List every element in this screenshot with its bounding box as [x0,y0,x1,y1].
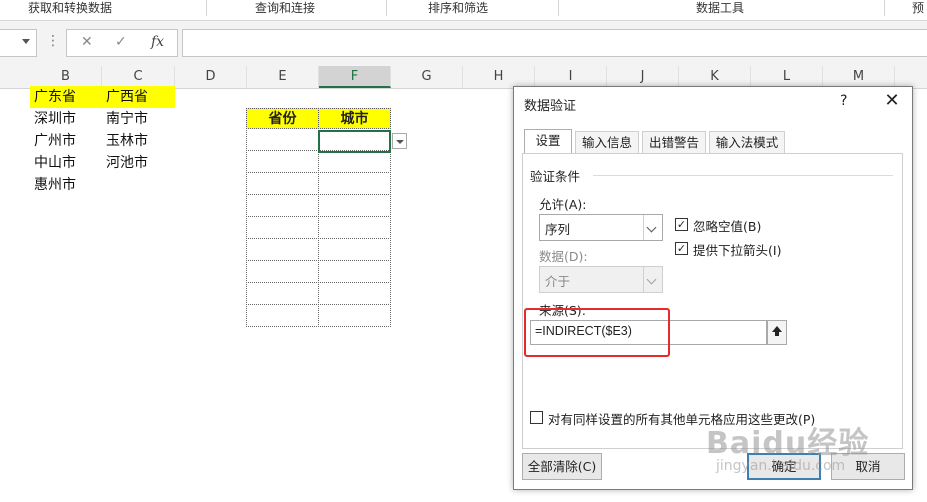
column-header-l[interactable]: L [751,66,823,88]
ribbon-group-bar: 获取和转换数据 查询和连接 排序和筛选 数据工具 预 [0,0,927,21]
ribbon-group-get-transform: 获取和转换数据 [27,1,112,15]
formula-buttons: ✕ ✓ fx [66,29,178,57]
upload-arrow-stem [775,332,779,336]
formula-bar: ⋮ ✕ ✓ fx [0,21,927,66]
table-cell[interactable] [318,216,391,239]
close-icon[interactable]: ✕ [880,89,904,113]
table-cell[interactable] [318,194,391,217]
formula-input[interactable] [182,29,927,57]
cancel-button[interactable]: 取消 [831,453,905,480]
more-icon[interactable]: ⋮ [46,33,60,49]
chevron-down-icon [643,267,662,292]
settings-panel: 验证条件 允许(A): 序列 ✓ 忽略空值(B) ✓ 提供下拉箭头(I) 数据(… [522,153,903,449]
name-box[interactable] [0,29,37,57]
cell-c[interactable]: 河池市 [102,152,175,174]
dropdown-arrow-checkbox[interactable]: ✓ [675,242,688,255]
column-header-k[interactable]: K [679,66,751,88]
tab-ime-mode[interactable]: 输入法模式 [709,131,785,153]
column-header-f[interactable]: F [319,66,391,88]
ok-button[interactable]: 确定 [747,453,821,480]
table-cell[interactable] [318,150,391,173]
dropdown-arrow-label: 提供下拉箭头(I) [693,243,782,258]
cell-b[interactable]: 广州市 [30,130,102,152]
table-cell[interactable] [246,304,319,327]
table-cell[interactable] [318,172,391,195]
ribbon-group-forecast: 预 [912,1,925,15]
ribbon-separator [386,0,387,16]
cell-b[interactable]: 深圳市 [30,108,102,130]
insert-function-icon[interactable]: fx [151,34,164,50]
table-cell[interactable] [246,260,319,283]
table-cell[interactable] [246,238,319,261]
ribbon-group-data-tools: 数据工具 [695,1,744,15]
table-cell[interactable] [318,238,391,261]
table-cell[interactable] [246,150,319,173]
ribbon-separator [206,0,207,16]
apply-all-checkbox[interactable] [530,411,543,424]
table-header-province[interactable]: 省份 [246,108,319,129]
tab-error-alert[interactable]: 出错警告 [642,131,706,153]
ignore-blank-label: 忽略空值(B) [693,219,762,234]
clear-all-button[interactable]: 全部清除(C) [522,453,602,480]
ribbon-group-queries: 查询和连接 [254,1,315,15]
tab-input-message[interactable]: 输入信息 [575,131,639,153]
column-header-c[interactable]: C [102,66,175,88]
table-cell[interactable] [246,282,319,305]
table-cell[interactable] [246,128,319,151]
divider [593,175,893,176]
allow-select[interactable]: 序列 [539,214,663,241]
data-select: 介于 [539,266,663,293]
column-header-b[interactable]: B [30,66,102,88]
annotation-highlight [524,308,670,357]
table-cell[interactable] [318,304,391,327]
table-cell[interactable] [318,260,391,283]
cell-b[interactable]: 惠州市 [30,174,102,196]
apply-all-label: 对有同样设置的所有其他单元格应用这些更改(P) [548,412,816,427]
column-header-h[interactable]: H [463,66,535,88]
table-cell[interactable] [246,172,319,195]
ignore-blank-checkbox[interactable]: ✓ [675,218,688,231]
enter-icon[interactable]: ✓ [115,34,127,50]
cancel-icon[interactable]: ✕ [81,34,93,50]
data-value: 介于 [545,274,571,289]
data-validation-dialog: 数据验证 ? ✕ 设置 输入信息 出错警告 输入法模式 验证条件 允许(A): … [513,86,913,490]
cell-b[interactable]: 中山市 [30,152,102,174]
chevron-down-icon [396,140,404,144]
collapse-dialog-button[interactable] [767,320,787,345]
column-header-e[interactable]: E [247,66,319,88]
tab-settings[interactable]: 设置 [524,129,572,154]
validation-criteria-label: 验证条件 [530,169,581,184]
chevron-down-icon[interactable] [22,39,30,44]
ribbon-group-sort-filter: 排序和筛选 [427,1,488,15]
dialog-title: 数据验证 [524,99,577,114]
column-header-i[interactable]: I [535,66,607,88]
table-cell[interactable] [318,282,391,305]
allow-label: 允许(A): [539,197,587,212]
table-header-city[interactable]: 城市 [318,108,391,129]
allow-value: 序列 [545,222,571,237]
column-header-d[interactable]: D [175,66,247,88]
cell-c-province[interactable]: 广西省 [102,86,175,108]
help-icon[interactable]: ? [840,93,847,109]
cell-c[interactable]: 玉林市 [102,130,175,152]
cell-c[interactable]: 南宁市 [102,108,175,130]
cell-b-province[interactable]: 广东省 [30,86,102,108]
column-header-g[interactable]: G [391,66,463,88]
active-cell-f3[interactable] [318,130,391,153]
ribbon-separator [558,0,559,16]
column-header-m[interactable]: M [823,66,895,88]
cell-dropdown-button[interactable] [392,133,407,149]
column-header-j[interactable]: J [607,66,679,88]
data-label: 数据(D): [539,249,588,264]
table-cell[interactable] [246,194,319,217]
chevron-down-icon[interactable] [643,215,662,240]
table-cell[interactable] [246,216,319,239]
ribbon-separator [884,0,885,16]
